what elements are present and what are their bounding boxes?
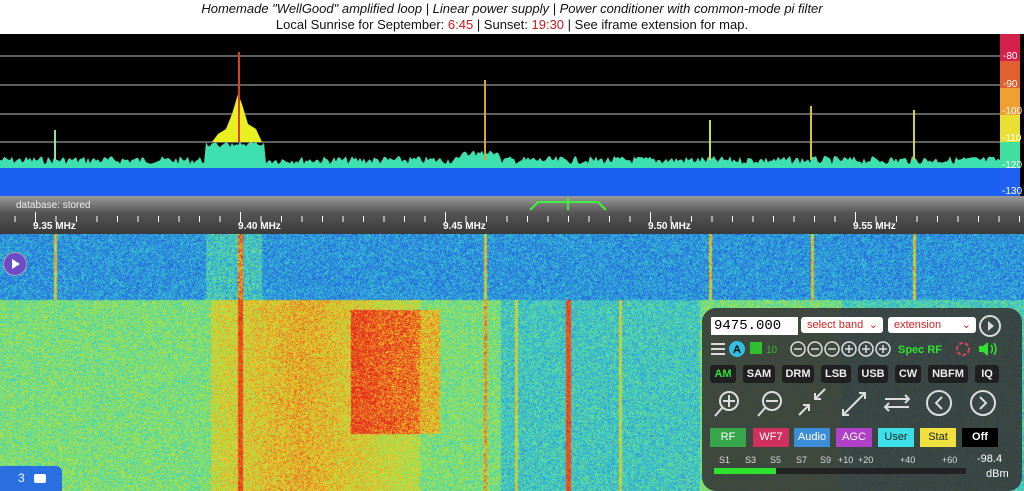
- agc-button[interactable]: AGC: [836, 428, 872, 447]
- toolbar-row: A 10 Spec RF: [711, 341, 997, 357]
- rf-button[interactable]: RF: [710, 428, 746, 447]
- zoom-out-icon[interactable]: [757, 391, 782, 417]
- smeter-label: +20: [858, 455, 874, 465]
- chevron-down-icon: ⌄: [961, 319, 971, 331]
- speaker-icon[interactable]: [979, 342, 997, 356]
- freq-tick-label: 9.50 MHz: [648, 221, 691, 232]
- db-label: -130: [1002, 186, 1022, 196]
- freq-tick-label: 9.35 MHz: [33, 221, 76, 232]
- wf7-button[interactable]: WF7: [753, 428, 789, 447]
- db-label: -90: [1003, 79, 1018, 90]
- tune-play-button[interactable]: [979, 315, 1001, 337]
- zoom-in-passband-icon[interactable]: [798, 388, 826, 416]
- spinner-icon[interactable]: [956, 342, 970, 356]
- spec-rf-button[interactable]: Spec RF: [898, 344, 942, 356]
- smeter-label: S7: [796, 455, 808, 465]
- db-label: -100: [1002, 106, 1022, 117]
- zoom-out-passband-icon[interactable]: [842, 392, 866, 416]
- smeter-bar: [714, 468, 966, 474]
- freq-tick-label: 9.40 MHz: [238, 221, 281, 232]
- auto-icon[interactable]: A: [729, 341, 745, 357]
- mode-iq[interactable]: IQ: [975, 365, 999, 383]
- extension-select-label: extension: [894, 319, 942, 331]
- chat-bubble-icon: [34, 474, 46, 483]
- nav-buttons: [714, 388, 996, 417]
- peak-9350: [54, 130, 56, 160]
- off-button[interactable]: Off: [962, 428, 998, 447]
- mode-cw[interactable]: CW: [895, 365, 921, 383]
- audio-button[interactable]: Audio: [794, 428, 830, 447]
- smeter-label: S5: [770, 455, 782, 465]
- noise-floor-band: [0, 168, 1000, 196]
- zoom-level: 10: [766, 345, 778, 356]
- freq-tick-label: 9.55 MHz: [853, 221, 896, 232]
- peak-9555: [810, 106, 812, 160]
- play-icon: [988, 321, 994, 331]
- sunset-time: 19:30: [531, 17, 565, 32]
- signal-value: -98.4: [977, 453, 1003, 465]
- smeter-label: S9: [820, 455, 832, 465]
- peak-9400-red: [238, 52, 240, 142]
- frequency-scale[interactable]: database: stored 9.35 MHz 9.40 MHz 9.45 …: [0, 196, 1024, 234]
- smeter-label: +60: [942, 455, 958, 465]
- peak-9475: [484, 80, 486, 160]
- stat-button[interactable]: Stat: [920, 428, 956, 447]
- play-icon: [12, 259, 20, 269]
- extension-select[interactable]: extension ⌄: [888, 317, 976, 333]
- smeter-label: S3: [745, 455, 757, 465]
- control-panel: 9475.000 select band ⌄ extension ⌄ A 10 Sp…: [702, 308, 1022, 491]
- db-label: -110: [1002, 133, 1022, 144]
- mode-lsb[interactable]: LSB: [821, 365, 851, 383]
- sun-times-line: Local Sunrise for September: 6:45 | Suns…: [0, 17, 1024, 33]
- freq-tick-label: 9.45 MHz: [443, 221, 486, 232]
- sunset-prefix: | Sunset:: [473, 17, 532, 32]
- play-button[interactable]: [3, 252, 27, 276]
- band-select-label: select band: [807, 319, 864, 331]
- user-button[interactable]: User: [878, 428, 914, 447]
- smeter-label: S1: [719, 455, 731, 465]
- band-select[interactable]: select band ⌄: [801, 317, 883, 333]
- peak-9400-yellow: [212, 94, 262, 142]
- swap-arrows-icon[interactable]: [883, 394, 911, 412]
- peak-9530: [709, 120, 711, 160]
- spectrum-display[interactable]: -80 -90 -100 -110 -120 -130: [0, 34, 1024, 197]
- mode-drm[interactable]: DRM: [782, 365, 814, 383]
- smeter-label: +10: [838, 455, 854, 465]
- chat-button[interactable]: 3: [0, 466, 62, 491]
- spectrum-gridlines: [0, 55, 1000, 143]
- smeter-fill: [714, 468, 776, 474]
- step-left-icon[interactable]: [926, 390, 952, 416]
- sunrise-time: 6:45: [447, 17, 474, 32]
- mode-nbfm[interactable]: NBFM: [928, 365, 968, 383]
- mode-usb[interactable]: USB: [858, 365, 888, 383]
- signal-unit: dBm: [986, 468, 1009, 480]
- zoom-buttons[interactable]: [790, 341, 891, 357]
- db-label: -80: [1003, 51, 1018, 62]
- spectrum-svg: -80 -90 -100 -110 -120 -130: [0, 34, 1022, 197]
- mode-am[interactable]: AM: [710, 365, 736, 383]
- peak-9580: [913, 110, 915, 160]
- page-header: Homemade "WellGood" amplified loop | Lin…: [0, 0, 1024, 35]
- zoom-in-icon[interactable]: [714, 391, 739, 417]
- chat-count: 3: [18, 471, 25, 485]
- antenna-description: Homemade "WellGood" amplified loop | Lin…: [201, 1, 823, 16]
- menu-icon[interactable]: [711, 343, 725, 355]
- frequency-input[interactable]: 9475.000: [711, 317, 798, 335]
- db-label: -120: [1002, 160, 1022, 171]
- smeter-label: +40: [900, 455, 916, 465]
- svg-text:A: A: [733, 344, 741, 356]
- mode-sam[interactable]: SAM: [743, 365, 775, 383]
- chevron-down-icon: ⌄: [868, 319, 878, 331]
- spectrum-trace: [0, 142, 1000, 168]
- sunrise-prefix: Local Sunrise for September:: [275, 17, 448, 32]
- zoom-indicator-icon: [750, 342, 762, 354]
- step-right-icon[interactable]: [970, 390, 996, 416]
- map-note: | See iframe extension for map.: [564, 17, 749, 32]
